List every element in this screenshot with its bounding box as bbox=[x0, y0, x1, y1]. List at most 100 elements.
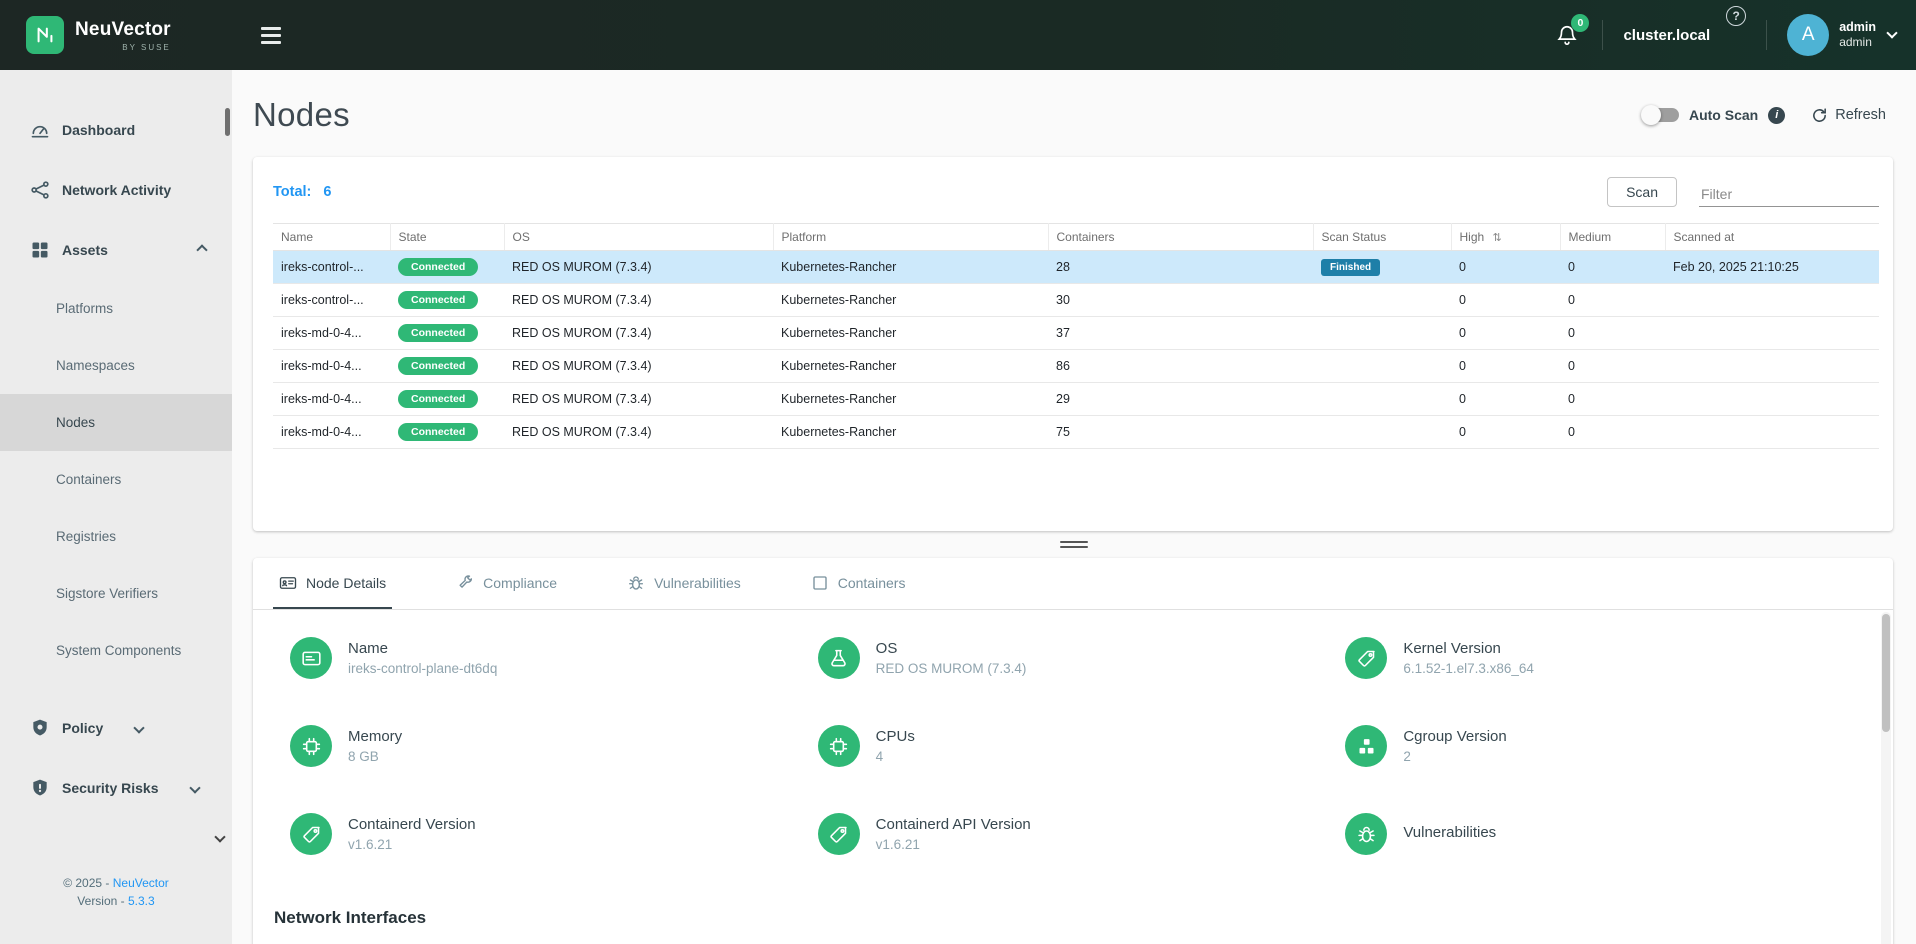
sidebar-item-dashboard[interactable]: Dashboard bbox=[0, 100, 232, 160]
version-text: Version - bbox=[77, 894, 124, 908]
cell-os: RED OS MUROM (7.3.4) bbox=[504, 317, 773, 350]
cell-name: ireks-md-0-4... bbox=[273, 317, 390, 350]
flask-icon bbox=[818, 637, 860, 679]
info-icon[interactable]: i bbox=[1768, 107, 1785, 124]
column-header-name[interactable]: Name bbox=[273, 224, 390, 251]
cell-state: Connected bbox=[390, 284, 504, 317]
auto-scan-toggle[interactable] bbox=[1643, 108, 1679, 122]
tab-compliance[interactable]: Compliance bbox=[450, 558, 563, 609]
sidebar-scroll-down-icon[interactable] bbox=[214, 831, 225, 842]
table-row[interactable]: ireks-md-0-4... Connected RED OS MUROM (… bbox=[273, 317, 1879, 350]
cell-medium: 0 bbox=[1560, 284, 1665, 317]
field-cpus: CPUs 4 bbox=[818, 702, 1346, 790]
panel-resize-handle[interactable] bbox=[1060, 539, 1088, 550]
sidebar-item-registries[interactable]: Registries bbox=[0, 508, 232, 565]
cell-os: RED OS MUROM (7.3.4) bbox=[504, 416, 773, 449]
cell-os: RED OS MUROM (7.3.4) bbox=[504, 383, 773, 416]
notifications-bell-button[interactable]: 0 bbox=[1556, 23, 1578, 47]
chevron-up-icon bbox=[196, 244, 207, 255]
cell-high: 0 bbox=[1451, 350, 1560, 383]
node-details-card: Node Details Compliance Vulnerabiliti bbox=[253, 558, 1893, 944]
notifications-count-badge: 0 bbox=[1571, 14, 1589, 32]
sidebar-item-policy[interactable]: Policy bbox=[0, 698, 232, 758]
cell-high: 0 bbox=[1451, 251, 1560, 284]
cell-scan-status bbox=[1313, 416, 1451, 449]
cell-os: RED OS MUROM (7.3.4) bbox=[504, 350, 773, 383]
table-header-row: Name State OS Platform Containers Scan S… bbox=[273, 224, 1879, 251]
cell-containers: 75 bbox=[1048, 416, 1313, 449]
table-row[interactable]: ireks-md-0-4... Connected RED OS MUROM (… bbox=[273, 416, 1879, 449]
main-content: Nodes Auto Scan i Refresh Total:6 bbox=[232, 0, 1916, 944]
sidebar-item-namespaces[interactable]: Namespaces bbox=[0, 337, 232, 394]
neuvector-link[interactable]: NeuVector bbox=[113, 876, 169, 890]
chevron-down-icon bbox=[1886, 27, 1897, 38]
cell-high: 0 bbox=[1451, 416, 1560, 449]
tab-node-details[interactable]: Node Details bbox=[273, 558, 392, 609]
chip-icon bbox=[290, 725, 332, 767]
cell-name: ireks-md-0-4... bbox=[273, 383, 390, 416]
column-header-high[interactable]: High ⇅ bbox=[1451, 224, 1560, 251]
menu-toggle-button[interactable] bbox=[255, 21, 287, 50]
sidebar-item-sigstore-verifiers[interactable]: Sigstore Verifiers bbox=[0, 565, 232, 622]
cell-containers: 37 bbox=[1048, 317, 1313, 350]
sidebar-item-security-risks[interactable]: Security Risks bbox=[0, 758, 232, 818]
column-header-os[interactable]: OS bbox=[504, 224, 773, 251]
sidebar-item-label: Assets bbox=[62, 242, 108, 258]
version-link[interactable]: 5.3.3 bbox=[128, 894, 155, 908]
brand-logo[interactable]: NeuVector BY SUSE bbox=[0, 16, 232, 54]
policy-icon bbox=[30, 718, 50, 738]
cluster-selector[interactable]: cluster.local bbox=[1623, 27, 1710, 44]
sidebar-item-platforms[interactable]: Platforms bbox=[0, 280, 232, 337]
tab-containers[interactable]: Containers bbox=[805, 558, 912, 609]
help-icon[interactable]: ? bbox=[1726, 6, 1746, 26]
table-row[interactable]: ireks-md-0-4... Connected RED OS MUROM (… bbox=[273, 350, 1879, 383]
cell-scan-status bbox=[1313, 350, 1451, 383]
details-scrollbar[interactable] bbox=[1881, 612, 1891, 944]
sidebar-item-nodes[interactable]: Nodes bbox=[0, 394, 232, 451]
cell-name: ireks-md-0-4... bbox=[273, 350, 390, 383]
tag-icon bbox=[1345, 637, 1387, 679]
sidebar-item-label: Network Activity bbox=[62, 182, 171, 198]
column-header-scan-status[interactable]: Scan Status bbox=[1313, 224, 1451, 251]
table-row[interactable]: ireks-control-... Connected RED OS MUROM… bbox=[273, 251, 1879, 284]
node-details-grid: Name ireks-control-plane-dt6dq OS RED OS… bbox=[253, 610, 1893, 878]
user-menu[interactable]: A admin admin bbox=[1787, 14, 1896, 56]
sidebar-item-network-activity[interactable]: Network Activity bbox=[0, 160, 232, 220]
network-activity-icon bbox=[30, 180, 50, 200]
refresh-button[interactable]: Refresh bbox=[1811, 107, 1886, 124]
column-header-containers[interactable]: Containers bbox=[1048, 224, 1313, 251]
field-name: Name ireks-control-plane-dt6dq bbox=[290, 614, 818, 702]
user-name: admin bbox=[1839, 20, 1876, 35]
field-os: OS RED OS MUROM (7.3.4) bbox=[818, 614, 1346, 702]
state-badge: Connected bbox=[398, 291, 478, 309]
column-header-medium[interactable]: Medium bbox=[1560, 224, 1665, 251]
table-row[interactable]: ireks-control-... Connected RED OS MUROM… bbox=[273, 284, 1879, 317]
id-card-icon bbox=[279, 574, 297, 592]
state-badge: Connected bbox=[398, 357, 478, 375]
state-badge: Connected bbox=[398, 423, 478, 441]
cubes-icon bbox=[1345, 725, 1387, 767]
filter-input[interactable] bbox=[1699, 182, 1879, 207]
sidebar-item-system-components[interactable]: System Components bbox=[0, 622, 232, 679]
cell-state: Connected bbox=[390, 350, 504, 383]
cell-containers: 30 bbox=[1048, 284, 1313, 317]
sidebar-item-assets[interactable]: Assets bbox=[0, 220, 232, 280]
scan-button[interactable]: Scan bbox=[1607, 177, 1677, 207]
tab-vulnerabilities[interactable]: Vulnerabilities bbox=[621, 558, 747, 609]
cell-high: 0 bbox=[1451, 383, 1560, 416]
cell-name: ireks-md-0-4... bbox=[273, 416, 390, 449]
cell-scanned-at bbox=[1665, 317, 1879, 350]
column-header-platform[interactable]: Platform bbox=[773, 224, 1048, 251]
cell-medium: 0 bbox=[1560, 416, 1665, 449]
sidebar-item-containers[interactable]: Containers bbox=[0, 451, 232, 508]
sidebar-scrollbar-thumb[interactable] bbox=[225, 108, 230, 136]
table-body: ireks-control-... Connected RED OS MUROM… bbox=[273, 251, 1879, 449]
column-header-state[interactable]: State bbox=[390, 224, 504, 251]
card-icon bbox=[290, 637, 332, 679]
top-bar: NeuVector BY SUSE 0 cluster.local ? A ad… bbox=[0, 0, 1916, 70]
cell-containers: 28 bbox=[1048, 251, 1313, 284]
column-header-scanned-at[interactable]: Scanned at bbox=[1665, 224, 1879, 251]
details-scrollbar-thumb[interactable] bbox=[1882, 614, 1890, 732]
table-row[interactable]: ireks-md-0-4... Connected RED OS MUROM (… bbox=[273, 383, 1879, 416]
refresh-icon bbox=[1811, 107, 1828, 124]
